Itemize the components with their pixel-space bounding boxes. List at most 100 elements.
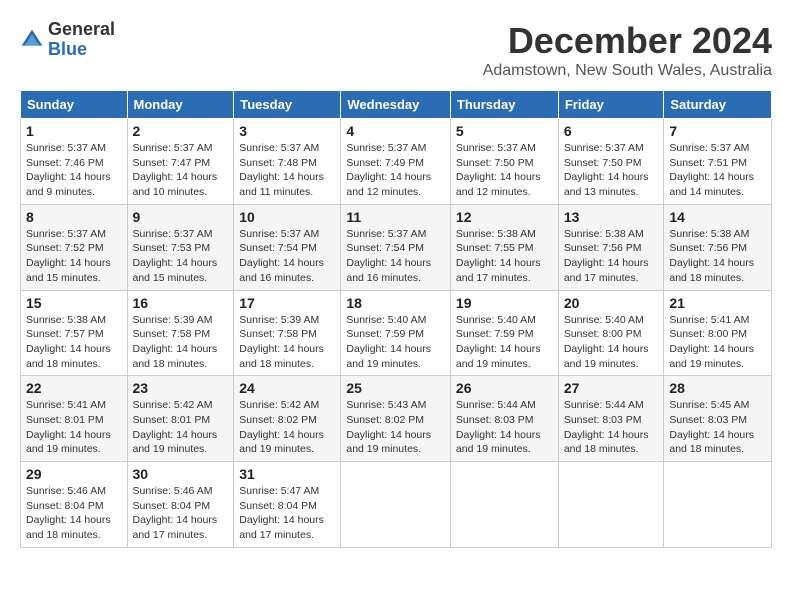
day-info: Sunrise: 5:37 AM Sunset: 7:54 PM Dayligh… bbox=[346, 227, 445, 286]
calendar-table: Sunday Monday Tuesday Wednesday Thursday… bbox=[20, 90, 772, 548]
location-subtitle: Adamstown, New South Wales, Australia bbox=[483, 62, 772, 80]
header-sunday: Sunday bbox=[21, 91, 128, 119]
calendar-week-2: 8 Sunrise: 5:37 AM Sunset: 7:52 PM Dayli… bbox=[21, 204, 772, 290]
day-info: Sunrise: 5:37 AM Sunset: 7:48 PM Dayligh… bbox=[239, 141, 335, 200]
logo-general: General bbox=[48, 19, 115, 39]
day-cell-21: 21 Sunrise: 5:41 AM Sunset: 8:00 PM Dayl… bbox=[664, 290, 772, 376]
day-info: Sunrise: 5:37 AM Sunset: 7:54 PM Dayligh… bbox=[239, 227, 335, 286]
day-number: 23 bbox=[133, 380, 229, 396]
logo: General Blue bbox=[20, 20, 115, 60]
day-number: 21 bbox=[669, 295, 766, 311]
day-info: Sunrise: 5:47 AM Sunset: 8:04 PM Dayligh… bbox=[239, 484, 335, 543]
day-cell-23: 23 Sunrise: 5:42 AM Sunset: 8:01 PM Dayl… bbox=[127, 376, 234, 462]
empty-cell bbox=[664, 462, 772, 548]
day-number: 18 bbox=[346, 295, 445, 311]
day-info: Sunrise: 5:40 AM Sunset: 8:00 PM Dayligh… bbox=[564, 313, 659, 372]
header-wednesday: Wednesday bbox=[341, 91, 451, 119]
day-info: Sunrise: 5:37 AM Sunset: 7:52 PM Dayligh… bbox=[26, 227, 122, 286]
day-info: Sunrise: 5:37 AM Sunset: 7:50 PM Dayligh… bbox=[456, 141, 553, 200]
day-number: 12 bbox=[456, 209, 553, 225]
title-area: December 2024 Adamstown, New South Wales… bbox=[483, 20, 772, 80]
header-row: Sunday Monday Tuesday Wednesday Thursday… bbox=[21, 91, 772, 119]
page-header: General Blue December 2024 Adamstown, Ne… bbox=[20, 20, 772, 80]
day-number: 27 bbox=[564, 380, 659, 396]
day-number: 4 bbox=[346, 123, 445, 139]
day-cell-31: 31 Sunrise: 5:47 AM Sunset: 8:04 PM Dayl… bbox=[234, 462, 341, 548]
day-info: Sunrise: 5:46 AM Sunset: 8:04 PM Dayligh… bbox=[133, 484, 229, 543]
day-cell-4: 4 Sunrise: 5:37 AM Sunset: 7:49 PM Dayli… bbox=[341, 119, 451, 205]
logo-icon bbox=[20, 28, 44, 52]
day-info: Sunrise: 5:42 AM Sunset: 8:01 PM Dayligh… bbox=[133, 398, 229, 457]
day-number: 29 bbox=[26, 466, 122, 482]
day-info: Sunrise: 5:38 AM Sunset: 7:56 PM Dayligh… bbox=[564, 227, 659, 286]
day-number: 3 bbox=[239, 123, 335, 139]
header-thursday: Thursday bbox=[450, 91, 558, 119]
day-cell-24: 24 Sunrise: 5:42 AM Sunset: 8:02 PM Dayl… bbox=[234, 376, 341, 462]
day-info: Sunrise: 5:43 AM Sunset: 8:02 PM Dayligh… bbox=[346, 398, 445, 457]
day-cell-30: 30 Sunrise: 5:46 AM Sunset: 8:04 PM Dayl… bbox=[127, 462, 234, 548]
day-info: Sunrise: 5:38 AM Sunset: 7:55 PM Dayligh… bbox=[456, 227, 553, 286]
day-number: 31 bbox=[239, 466, 335, 482]
day-info: Sunrise: 5:45 AM Sunset: 8:03 PM Dayligh… bbox=[669, 398, 766, 457]
day-info: Sunrise: 5:44 AM Sunset: 8:03 PM Dayligh… bbox=[456, 398, 553, 457]
day-cell-9: 9 Sunrise: 5:37 AM Sunset: 7:53 PM Dayli… bbox=[127, 204, 234, 290]
day-cell-2: 2 Sunrise: 5:37 AM Sunset: 7:47 PM Dayli… bbox=[127, 119, 234, 205]
day-info: Sunrise: 5:37 AM Sunset: 7:53 PM Dayligh… bbox=[133, 227, 229, 286]
day-info: Sunrise: 5:41 AM Sunset: 8:00 PM Dayligh… bbox=[669, 313, 766, 372]
empty-cell bbox=[558, 462, 664, 548]
day-cell-6: 6 Sunrise: 5:37 AM Sunset: 7:50 PM Dayli… bbox=[558, 119, 664, 205]
calendar-week-4: 22 Sunrise: 5:41 AM Sunset: 8:01 PM Dayl… bbox=[21, 376, 772, 462]
day-info: Sunrise: 5:39 AM Sunset: 7:58 PM Dayligh… bbox=[133, 313, 229, 372]
day-cell-8: 8 Sunrise: 5:37 AM Sunset: 7:52 PM Dayli… bbox=[21, 204, 128, 290]
day-number: 5 bbox=[456, 123, 553, 139]
day-info: Sunrise: 5:37 AM Sunset: 7:51 PM Dayligh… bbox=[669, 141, 766, 200]
day-number: 28 bbox=[669, 380, 766, 396]
day-number: 8 bbox=[26, 209, 122, 225]
header-saturday: Saturday bbox=[664, 91, 772, 119]
day-number: 10 bbox=[239, 209, 335, 225]
day-info: Sunrise: 5:37 AM Sunset: 7:49 PM Dayligh… bbox=[346, 141, 445, 200]
day-info: Sunrise: 5:42 AM Sunset: 8:02 PM Dayligh… bbox=[239, 398, 335, 457]
day-cell-5: 5 Sunrise: 5:37 AM Sunset: 7:50 PM Dayli… bbox=[450, 119, 558, 205]
day-cell-26: 26 Sunrise: 5:44 AM Sunset: 8:03 PM Dayl… bbox=[450, 376, 558, 462]
day-number: 16 bbox=[133, 295, 229, 311]
day-info: Sunrise: 5:37 AM Sunset: 7:46 PM Dayligh… bbox=[26, 141, 122, 200]
day-cell-7: 7 Sunrise: 5:37 AM Sunset: 7:51 PM Dayli… bbox=[664, 119, 772, 205]
day-number: 7 bbox=[669, 123, 766, 139]
day-info: Sunrise: 5:40 AM Sunset: 7:59 PM Dayligh… bbox=[456, 313, 553, 372]
day-number: 17 bbox=[239, 295, 335, 311]
day-number: 20 bbox=[564, 295, 659, 311]
logo-blue: Blue bbox=[48, 39, 87, 59]
day-number: 9 bbox=[133, 209, 229, 225]
calendar-week-1: 1 Sunrise: 5:37 AM Sunset: 7:46 PM Dayli… bbox=[21, 119, 772, 205]
month-title: December 2024 bbox=[483, 20, 772, 62]
day-number: 24 bbox=[239, 380, 335, 396]
day-cell-16: 16 Sunrise: 5:39 AM Sunset: 7:58 PM Dayl… bbox=[127, 290, 234, 376]
day-number: 19 bbox=[456, 295, 553, 311]
header-tuesday: Tuesday bbox=[234, 91, 341, 119]
day-info: Sunrise: 5:37 AM Sunset: 7:50 PM Dayligh… bbox=[564, 141, 659, 200]
day-cell-11: 11 Sunrise: 5:37 AM Sunset: 7:54 PM Dayl… bbox=[341, 204, 451, 290]
day-number: 30 bbox=[133, 466, 229, 482]
empty-cell bbox=[341, 462, 451, 548]
day-info: Sunrise: 5:41 AM Sunset: 8:01 PM Dayligh… bbox=[26, 398, 122, 457]
day-cell-22: 22 Sunrise: 5:41 AM Sunset: 8:01 PM Dayl… bbox=[21, 376, 128, 462]
day-cell-19: 19 Sunrise: 5:40 AM Sunset: 7:59 PM Dayl… bbox=[450, 290, 558, 376]
empty-cell bbox=[450, 462, 558, 548]
day-number: 22 bbox=[26, 380, 122, 396]
day-cell-13: 13 Sunrise: 5:38 AM Sunset: 7:56 PM Dayl… bbox=[558, 204, 664, 290]
day-cell-14: 14 Sunrise: 5:38 AM Sunset: 7:56 PM Dayl… bbox=[664, 204, 772, 290]
day-number: 14 bbox=[669, 209, 766, 225]
day-number: 11 bbox=[346, 209, 445, 225]
day-cell-29: 29 Sunrise: 5:46 AM Sunset: 8:04 PM Dayl… bbox=[21, 462, 128, 548]
day-info: Sunrise: 5:37 AM Sunset: 7:47 PM Dayligh… bbox=[133, 141, 229, 200]
header-friday: Friday bbox=[558, 91, 664, 119]
day-number: 13 bbox=[564, 209, 659, 225]
day-number: 15 bbox=[26, 295, 122, 311]
day-info: Sunrise: 5:44 AM Sunset: 8:03 PM Dayligh… bbox=[564, 398, 659, 457]
header-monday: Monday bbox=[127, 91, 234, 119]
day-info: Sunrise: 5:39 AM Sunset: 7:58 PM Dayligh… bbox=[239, 313, 335, 372]
day-info: Sunrise: 5:38 AM Sunset: 7:57 PM Dayligh… bbox=[26, 313, 122, 372]
day-cell-10: 10 Sunrise: 5:37 AM Sunset: 7:54 PM Dayl… bbox=[234, 204, 341, 290]
day-number: 25 bbox=[346, 380, 445, 396]
